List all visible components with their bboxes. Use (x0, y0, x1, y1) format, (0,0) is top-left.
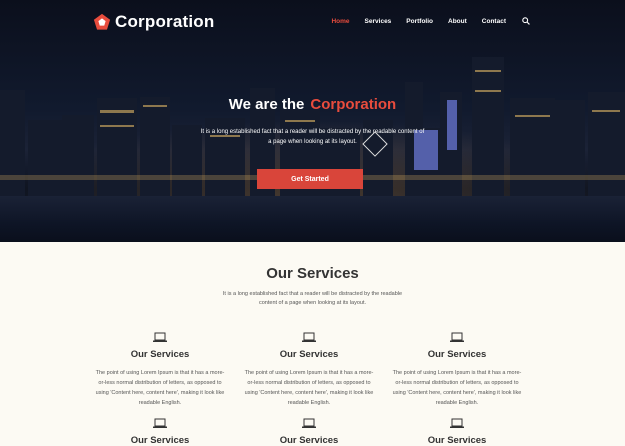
main-nav: Home Services Portfolio About Contact (316, 17, 530, 25)
service-card: Our Services (244, 418, 374, 446)
service-card-text: The point of using Lorem Ipsum is that i… (95, 370, 225, 406)
get-started-button[interactable]: Get Started (257, 169, 363, 189)
hero-subtitle: It is a long established fact that a rea… (200, 129, 425, 145)
water-reflection (0, 196, 625, 242)
service-card-title: Our Services (279, 349, 339, 360)
services-subtitle: It is a long established fact that a rea… (222, 291, 403, 306)
nav-home[interactable]: Home (331, 18, 349, 25)
service-card: Our Services The point of using Lorem Ip… (392, 332, 522, 408)
brand-name: Corporation (115, 12, 215, 31)
service-card-title: Our Services (427, 349, 487, 360)
laptop-icon (302, 332, 316, 342)
laptop-icon (302, 418, 316, 428)
service-card-title: Our Services (130, 349, 190, 360)
nav-contact[interactable]: Contact (482, 18, 506, 25)
laptop-icon (450, 418, 464, 428)
pentagon-logo-icon (93, 13, 111, 30)
service-card: Our Services (392, 418, 522, 446)
search-icon[interactable] (522, 17, 530, 25)
brand-logo[interactable]: Corporation (93, 12, 214, 32)
service-card-text: The point of using Lorem Ipsum is that i… (244, 370, 374, 406)
nav-about[interactable]: About (448, 18, 467, 25)
hero-title: We are the Corporation (0, 96, 625, 113)
hero-section: Corporation Home Services Portfolio Abou… (0, 0, 625, 242)
service-card-text: The point of using Lorem Ipsum is that i… (392, 370, 522, 406)
service-card: Our Services (95, 418, 225, 446)
services-title: Our Services (266, 265, 359, 282)
laptop-icon (153, 332, 167, 342)
service-card: Our Services The point of using Lorem Ip… (244, 332, 374, 408)
hero-title-lead: We are the (228, 96, 305, 113)
laptop-icon (153, 418, 167, 428)
nav-portfolio[interactable]: Portfolio (406, 18, 433, 25)
laptop-icon (450, 332, 464, 342)
hero-title-accent: Corporation (310, 96, 397, 113)
service-card: Our Services The point of using Lorem Ip… (95, 332, 225, 408)
nav-services[interactable]: Services (365, 18, 392, 25)
